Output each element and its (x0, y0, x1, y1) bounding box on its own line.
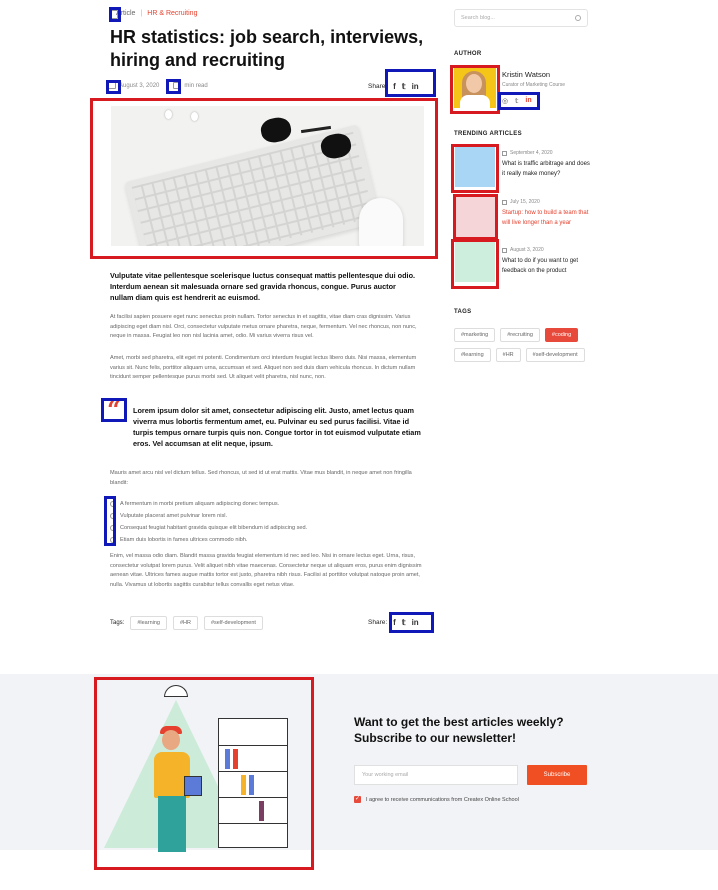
trending-date: August 3, 2020 (502, 247, 544, 253)
tag-chip[interactable]: #HR (172, 616, 198, 630)
bookshelf (218, 718, 288, 848)
article-paragraph-2: Amet, morbi sed pharetra, elit eget mi p… (110, 355, 417, 381)
share-bottom: Share: f 𝕥 in (368, 618, 419, 627)
check-circle-icon (110, 501, 116, 507)
trending-title[interactable]: Startup: how to build a team that will l… (502, 208, 592, 228)
share-label: Share: (368, 83, 388, 90)
breadcrumb-separator: | (140, 10, 143, 17)
newsletter-illustration (98, 680, 310, 866)
linkedin-icon[interactable]: in (412, 618, 419, 627)
tag-cloud: #marketing #recruiting #coding #learning… (454, 328, 594, 362)
newsletter-title: Want to get the best articles weekly? Su… (354, 715, 564, 745)
tags-heading: TAGS (454, 309, 472, 315)
article-quote: Lorem ipsum dolor sit amet, consectetur … (133, 406, 421, 448)
trending-title[interactable]: What is traffic arbitrage and does it re… (502, 159, 592, 179)
trending-heading: TRENDING ARTICLES (454, 131, 522, 137)
instagram-icon[interactable]: ◎ (502, 97, 508, 105)
twitter-icon[interactable]: 𝕥 (402, 82, 406, 91)
trending-thumb-2[interactable] (455, 197, 495, 237)
trending-date: July 15, 2020 (502, 199, 540, 205)
tag-chip[interactable]: #HR (495, 348, 521, 362)
calendar-icon (502, 247, 507, 253)
linkedin-icon[interactable]: in (525, 97, 531, 105)
breadcrumb-category[interactable]: HR & Recruiting (147, 10, 197, 17)
article-date: August 3, 2020 (119, 82, 160, 89)
calendar-icon (502, 199, 507, 205)
breadcrumb-section[interactable]: Article (116, 10, 135, 17)
article-tags: Tags: #learning #HR #self-development (110, 616, 263, 630)
author-role: Curator of Marketing Course (502, 82, 566, 88)
email-field[interactable]: Your working email (354, 765, 518, 785)
author-name[interactable]: Kristin Watson (502, 70, 550, 79)
tag-chip[interactable]: #learning (130, 616, 167, 630)
earbud-right (191, 112, 198, 121)
check-circle-icon (110, 513, 116, 519)
sunglasses-lens-left (259, 115, 293, 145)
facebook-icon[interactable]: f (393, 618, 396, 627)
article-paragraph-4: Enim, vel massa odio diam. Blandit massa… (110, 553, 422, 588)
consent-label: I agree to receive communications from C… (366, 796, 519, 803)
article-paragraph-3: Mauris amet arcu nisl vel dictum tellus.… (110, 470, 412, 486)
list-item: Vulputate placerat amet pulvinar lorem n… (110, 510, 307, 522)
breadcrumb: Article | HR & Recruiting (116, 10, 197, 17)
read-time: min read (184, 82, 208, 89)
subscribe-button[interactable]: Subscribe (527, 765, 587, 785)
twitter-icon[interactable]: 𝕥 (402, 618, 406, 627)
trending-date: September 4, 2020 (502, 150, 553, 156)
person-books (184, 776, 202, 796)
tag-chip[interactable]: #marketing (454, 328, 496, 342)
calendar-icon (108, 82, 116, 89)
list-item: Etiam duis lobortis in fames ultrices co… (110, 534, 307, 546)
tag-chip[interactable]: #recruiting (500, 328, 540, 342)
twitter-icon[interactable]: 𝕥 (515, 97, 518, 105)
article-list: A fermentum in morbi pretium aliquam adi… (110, 498, 307, 546)
share-top: Share: f 𝕥 in (368, 82, 419, 91)
mouse-illustration (359, 198, 403, 246)
author-socials: ◎ 𝕥 in (502, 97, 532, 105)
trending-thumb-3[interactable] (455, 242, 495, 282)
clock-icon (173, 82, 182, 89)
avatar[interactable] (454, 68, 496, 108)
lamp-icon (164, 685, 188, 697)
tag-chip-active[interactable]: #coding (544, 328, 579, 342)
earbud-left (165, 110, 172, 119)
linkedin-icon[interactable]: in (412, 82, 419, 91)
quote-icon: “ (107, 395, 121, 424)
list-item: Consequat feugiat habitant gravida quisq… (110, 522, 307, 534)
check-circle-icon (110, 525, 116, 531)
tag-chip[interactable]: #learning (454, 348, 491, 362)
search-input[interactable]: Search blog... (454, 9, 588, 27)
trending-thumb-1[interactable] (455, 147, 495, 187)
article-title: HR statistics: job search, interviews, h… (110, 27, 424, 70)
article-hero-image (111, 106, 424, 246)
article-paragraph-1: At facilisi sapien posuere eget nunc sen… (110, 314, 417, 340)
facebook-icon[interactable]: f (393, 82, 396, 91)
person-head (162, 730, 180, 750)
share-label: Share: (368, 619, 388, 626)
list-item: A fermentum in morbi pretium aliquam adi… (110, 498, 307, 510)
trending-title[interactable]: What to do if you want to get feedback o… (502, 256, 592, 276)
article-lead: Vulputate vitae pellentesque scelerisque… (110, 271, 416, 303)
person-legs (158, 796, 186, 852)
consent-checkbox[interactable]: ✓ I agree to receive communications from… (354, 796, 519, 803)
check-circle-icon (110, 537, 116, 543)
tags-label: Tags: (110, 620, 125, 626)
search-icon[interactable] (575, 15, 581, 21)
author-heading: AUTHOR (454, 51, 482, 57)
checkbox-checked-icon[interactable]: ✓ (354, 796, 361, 803)
tag-chip[interactable]: #self-development (204, 616, 263, 630)
article-meta: August 3, 2020 min read (108, 82, 208, 89)
tag-chip[interactable]: #self-development (525, 348, 585, 362)
calendar-icon (502, 150, 507, 156)
